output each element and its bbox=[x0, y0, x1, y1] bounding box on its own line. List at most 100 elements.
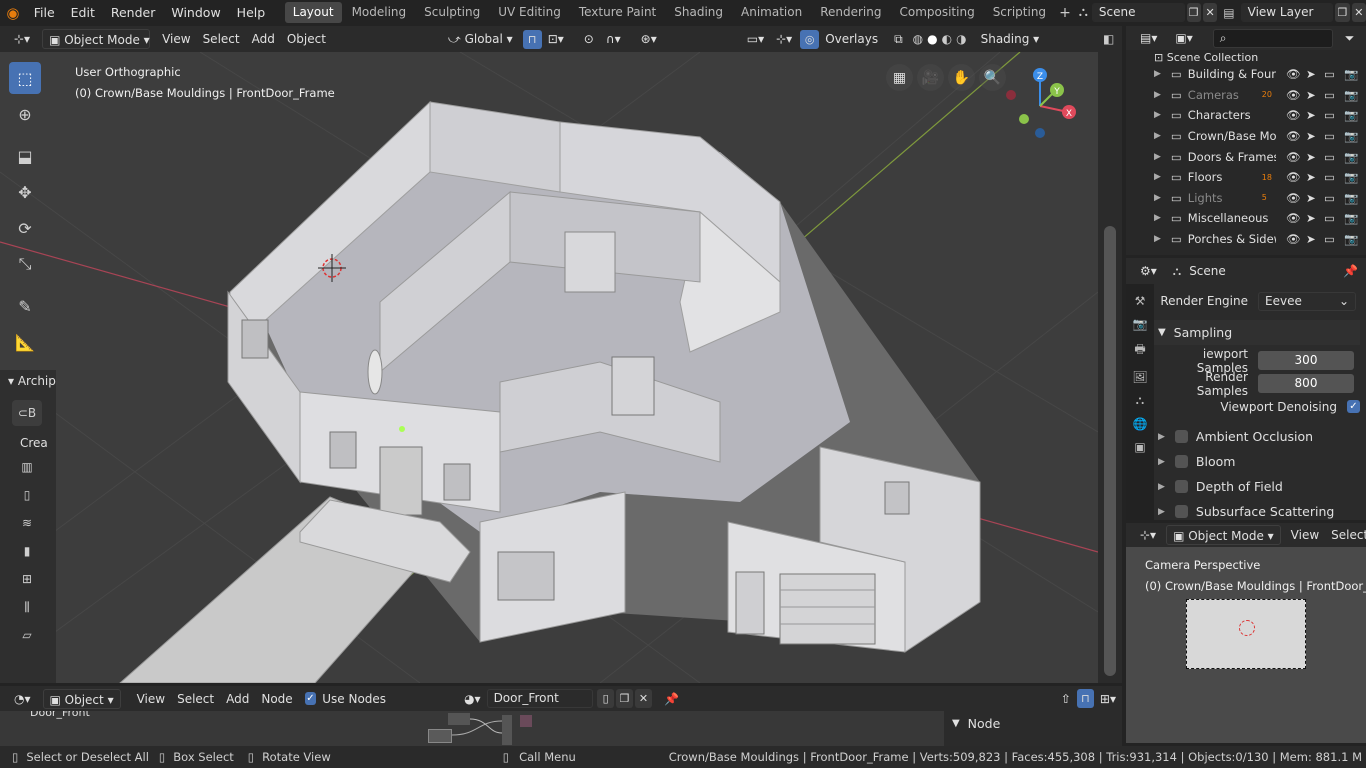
render-disable-icon[interactable]: 📷 bbox=[1344, 211, 1358, 225]
camera-view[interactable]: Camera Perspective (0) Crown/Base Mouldi… bbox=[1126, 547, 1366, 743]
expand-arrow-icon[interactable]: ▶ bbox=[1154, 131, 1161, 141]
expand-arrow-icon[interactable]: ▶ bbox=[1154, 234, 1161, 244]
scene-tab-icon[interactable]: ⛬ bbox=[1136, 393, 1144, 408]
selectable-arrow-icon[interactable]: ➤ bbox=[1306, 67, 1316, 81]
transform-tool[interactable]: ⬓ bbox=[9, 140, 41, 172]
scene-collection-row[interactable]: ⊡ Scene Collection bbox=[1126, 50, 1366, 64]
shading-rendered-icon[interactable]: ◑ bbox=[956, 32, 966, 46]
menu-window[interactable]: Window bbox=[163, 0, 228, 25]
shading-dropdown[interactable]: Shading ▾ bbox=[975, 29, 1046, 49]
xray-icon[interactable]: ⧉ bbox=[888, 29, 909, 49]
measure-tool[interactable]: 📐 bbox=[9, 326, 41, 358]
editor-type-icon[interactable]: ⊹▾ bbox=[8, 29, 36, 49]
cursor-tool[interactable]: ⊕ bbox=[9, 98, 41, 130]
viewport-disable-icon[interactable]: ▭ bbox=[1324, 211, 1335, 225]
overlays-button[interactable]: Overlays bbox=[819, 29, 884, 49]
viewport-disable-icon[interactable]: ▭ bbox=[1324, 108, 1335, 122]
visibility-eye-icon[interactable]: 👁 bbox=[1286, 191, 1301, 205]
use-nodes-label[interactable]: Use Nodes bbox=[316, 689, 392, 709]
shading-material-icon[interactable]: ◐ bbox=[942, 32, 952, 46]
view-object-types-icon[interactable]: ▭▾ bbox=[741, 29, 770, 49]
render-disable-icon[interactable]: 📷 bbox=[1344, 191, 1358, 205]
outliner-row[interactable]: ▶ ▭ Cameras 20 👁 ➤ ▭ 📷 bbox=[1126, 85, 1366, 106]
scene-icon[interactable]: ⛬ bbox=[1075, 5, 1092, 20]
menu-select[interactable]: Select bbox=[197, 29, 246, 49]
tool-tab-icon[interactable]: ⚒ bbox=[1135, 294, 1146, 308]
render-disable-icon[interactable]: 📷 bbox=[1344, 67, 1358, 81]
visibility-eye-icon[interactable]: 👁 bbox=[1286, 67, 1301, 81]
tab-shading[interactable]: Shading bbox=[666, 2, 731, 23]
material-name-field[interactable]: Door_Front bbox=[486, 689, 594, 708]
menu-render[interactable]: Render bbox=[103, 0, 164, 25]
world-tab-icon[interactable]: 🌐 bbox=[1133, 417, 1148, 431]
node-menu-add[interactable]: Add bbox=[220, 689, 255, 709]
expand-arrow-icon[interactable]: ▶ bbox=[1154, 193, 1161, 203]
orientation-select[interactable]: ⤻ Global ▾ bbox=[442, 29, 519, 49]
material-copy-icon[interactable]: ❐ bbox=[616, 689, 634, 708]
expand-arrow-icon[interactable]: ▶ bbox=[1154, 90, 1161, 100]
viewport-disable-icon[interactable]: ▭ bbox=[1324, 88, 1335, 102]
menu-edit[interactable]: Edit bbox=[63, 0, 103, 25]
expand-arrow-icon[interactable]: ▶ bbox=[1154, 110, 1161, 120]
tab-texture-paint[interactable]: Texture Paint bbox=[571, 2, 664, 23]
render-tab-icon[interactable]: 📷 bbox=[1133, 317, 1148, 331]
selectable-arrow-icon[interactable]: ➤ bbox=[1306, 108, 1316, 122]
transform-pivot-icon[interactable]: ⊛▾ bbox=[635, 29, 663, 49]
tab-scripting[interactable]: Scripting bbox=[985, 2, 1054, 23]
render-disable-icon[interactable]: 📷 bbox=[1344, 170, 1358, 184]
outliner-row[interactable]: ▶ ▭ Miscellaneous 👁 ➤ ▭ 📷 bbox=[1126, 208, 1366, 229]
render-subpanel[interactable]: ▶ Bloom bbox=[1154, 449, 1360, 474]
shading-wireframe-icon[interactable]: ◍ bbox=[913, 32, 923, 46]
scene-copy-icon[interactable]: ❐ bbox=[1186, 3, 1201, 22]
outliner-row[interactable]: ▶ ▭ Floors 18 👁 ➤ ▭ 📷 bbox=[1126, 167, 1366, 188]
archipack-bool-icon[interactable]: ⊂B bbox=[12, 400, 42, 426]
selectable-arrow-icon[interactable]: ➤ bbox=[1306, 88, 1316, 102]
view-layer-close-icon[interactable]: ✕ bbox=[1351, 3, 1366, 22]
render-disable-icon[interactable]: 📷 bbox=[1344, 150, 1358, 164]
visibility-eye-icon[interactable]: 👁 bbox=[1286, 150, 1301, 164]
render-subpanel[interactable]: ▶ Depth of Field bbox=[1154, 474, 1360, 499]
node-panel-chevron-icon[interactable]: ▼ bbox=[952, 718, 960, 729]
expand-arrow-icon[interactable]: ▶ bbox=[1154, 69, 1161, 79]
selectable-arrow-icon[interactable]: ➤ bbox=[1306, 211, 1316, 225]
falloff-icon[interactable]: ∩▾ bbox=[600, 29, 627, 49]
viewport-disable-icon[interactable]: ▭ bbox=[1324, 232, 1335, 246]
tab-rendering[interactable]: Rendering bbox=[812, 2, 889, 23]
render-disable-icon[interactable]: 📷 bbox=[1344, 108, 1358, 122]
visibility-eye-icon[interactable]: 👁 bbox=[1286, 108, 1301, 122]
archipack-stair-icon[interactable]: ≋ bbox=[12, 510, 42, 536]
rotate-tool[interactable]: ⟳ bbox=[9, 212, 41, 244]
material-close-icon[interactable]: ✕ bbox=[635, 689, 652, 708]
select-box-tool[interactable]: ⬚ bbox=[9, 62, 41, 94]
tab-sculpting[interactable]: Sculpting bbox=[416, 2, 488, 23]
scene-name-field[interactable]: Scene bbox=[1091, 3, 1185, 22]
camera-menu-select[interactable]: Select bbox=[1325, 525, 1366, 545]
camera-mode-select[interactable]: ▣ Object Mode ▾ bbox=[1166, 525, 1281, 545]
scale-tool[interactable]: ⤡ bbox=[9, 248, 41, 280]
tab-modeling[interactable]: Modeling bbox=[344, 2, 415, 23]
pan-hand-icon[interactable]: ✋ bbox=[948, 64, 975, 91]
node-sidebar-strip[interactable] bbox=[1098, 711, 1122, 746]
node-menu-view[interactable]: View bbox=[131, 689, 171, 709]
render-disable-icon[interactable]: 📷 bbox=[1344, 88, 1358, 102]
properties-editor-icon[interactable]: ⚙▾ bbox=[1134, 261, 1163, 281]
outliner-row[interactable]: ▶ ▭ Characters 👁 ➤ ▭ 📷 bbox=[1126, 105, 1366, 126]
render-subpanel[interactable]: ▶ Subsurface Scattering bbox=[1154, 499, 1360, 520]
snap-target-icon[interactable]: ⊡▾ bbox=[542, 29, 570, 49]
material-browse-icon[interactable]: ◕▾ bbox=[458, 689, 487, 709]
node-snap-mode-icon[interactable]: ⊞▾ bbox=[1094, 689, 1122, 709]
sidebar-toggle-icon[interactable]: ◧ bbox=[1103, 32, 1122, 46]
outliner-search-input[interactable]: ⌕ bbox=[1212, 28, 1333, 48]
object-tab-icon[interactable]: ▣ bbox=[1134, 440, 1145, 454]
menu-add[interactable]: Add bbox=[246, 29, 281, 49]
render-subpanel[interactable]: ▶ Ambient Occlusion bbox=[1154, 424, 1360, 449]
tab-layout[interactable]: Layout bbox=[284, 2, 342, 23]
visibility-eye-icon[interactable]: 👁 bbox=[1286, 232, 1301, 246]
outliner-row[interactable]: ▶ ▭ Porches & Sidewa 👁 ➤ ▭ 📷 bbox=[1126, 229, 1366, 250]
outliner-display-icon[interactable]: ▣▾ bbox=[1169, 28, 1198, 48]
menu-object[interactable]: Object bbox=[281, 29, 332, 49]
archipack-wall-icon[interactable]: ▥ bbox=[12, 454, 42, 480]
tab-compositing[interactable]: Compositing bbox=[891, 2, 982, 23]
archipack-truss-icon[interactable]: ⫼ bbox=[12, 594, 42, 620]
annotate-tool[interactable]: ✎ bbox=[9, 290, 41, 322]
